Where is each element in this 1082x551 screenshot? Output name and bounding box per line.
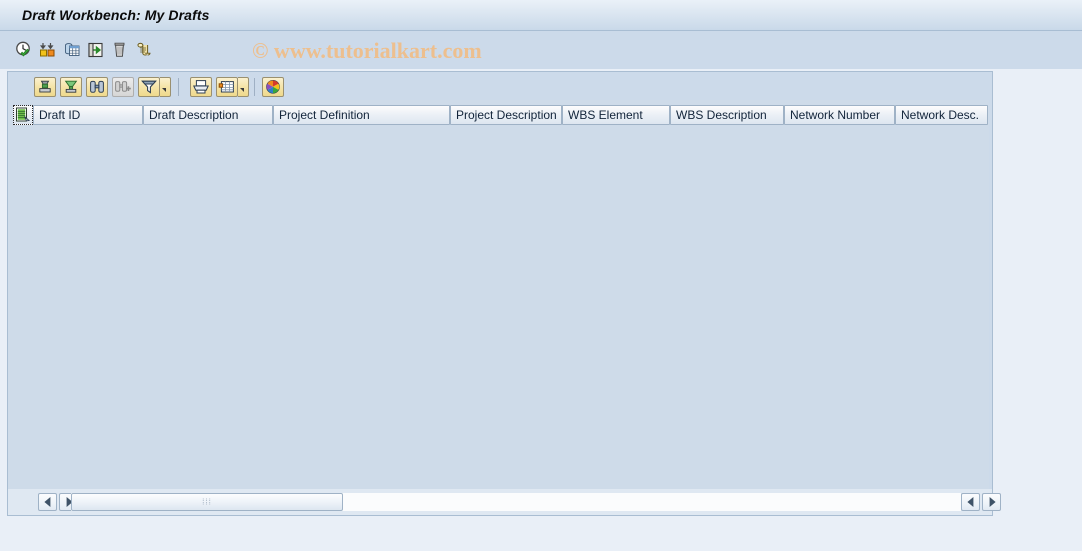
filter-icon[interactable] bbox=[138, 77, 160, 97]
delete-trash-icon[interactable] bbox=[111, 41, 129, 59]
sort-ascending-icon[interactable] bbox=[34, 77, 56, 97]
column-header-wbs-element[interactable]: WBS Element bbox=[562, 105, 670, 125]
copy-draft-icon[interactable] bbox=[63, 41, 81, 59]
column-header-network-number[interactable]: Network Number bbox=[784, 105, 895, 125]
toolbar-separator bbox=[178, 78, 179, 96]
horizontal-scroll-track[interactable]: ⁞⁞⁞ bbox=[71, 493, 961, 511]
filter-dropdown-arrow-icon[interactable] bbox=[160, 77, 171, 97]
grid-toolbar bbox=[8, 72, 992, 100]
scroll-thumb-grip-icon: ⁞⁞⁞ bbox=[202, 497, 212, 507]
log-scroll-icon[interactable] bbox=[135, 41, 153, 59]
alv-grid-panel: Draft ID Draft Description Project Defin… bbox=[7, 71, 993, 516]
horizontal-scroll-thumb[interactable]: ⁞⁞⁞ bbox=[71, 493, 343, 511]
scroll-left-arrow-icon[interactable] bbox=[38, 493, 57, 511]
clock-check-icon[interactable] bbox=[15, 41, 33, 59]
export-draft-icon[interactable] bbox=[87, 41, 105, 59]
watermark-text: © www.tutorialkart.com bbox=[252, 38, 482, 63]
column-header-draft-id[interactable]: Draft ID bbox=[33, 105, 143, 125]
left-triangle-glyph-2 bbox=[966, 497, 973, 507]
vertical-scroll-gutter[interactable] bbox=[989, 100, 992, 515]
graphic-icon[interactable] bbox=[262, 77, 284, 97]
grid-rows-area[interactable] bbox=[13, 125, 988, 507]
layout-icon[interactable] bbox=[216, 77, 238, 97]
select-all-rows-icon[interactable] bbox=[13, 105, 33, 125]
left-triangle-glyph bbox=[43, 497, 50, 507]
right-triangle-glyph-2 bbox=[989, 497, 996, 507]
page-title: Draft Workbench: My Drafts bbox=[22, 7, 210, 23]
column-header-wbs-description[interactable]: WBS Description bbox=[670, 105, 784, 125]
toolbar-separator-2 bbox=[254, 78, 255, 96]
column-header-network-desc[interactable]: Network Desc. bbox=[895, 105, 988, 125]
print-icon[interactable] bbox=[190, 77, 212, 97]
application-toolbar bbox=[0, 31, 1082, 69]
sort-descending-icon[interactable] bbox=[60, 77, 82, 97]
grid-column-header-row: Draft ID Draft Description Project Defin… bbox=[13, 105, 988, 125]
layout-dropdown-arrow-icon[interactable] bbox=[238, 77, 249, 97]
create-draft-icon[interactable] bbox=[39, 41, 57, 59]
horizontal-scrollbar-strip: ⁞⁞⁞ bbox=[7, 489, 1001, 516]
column-header-draft-description[interactable]: Draft Description bbox=[143, 105, 273, 125]
column-header-project-description[interactable]: Project Description bbox=[450, 105, 562, 125]
find-next-icon bbox=[112, 77, 134, 97]
page-right-arrow-icon[interactable] bbox=[982, 493, 1001, 511]
window-title-bar: Draft Workbench: My Drafts bbox=[0, 0, 1082, 31]
column-header-project-definition[interactable]: Project Definition bbox=[273, 105, 450, 125]
find-icon[interactable] bbox=[86, 77, 108, 97]
page-left-arrow-icon[interactable] bbox=[961, 493, 980, 511]
